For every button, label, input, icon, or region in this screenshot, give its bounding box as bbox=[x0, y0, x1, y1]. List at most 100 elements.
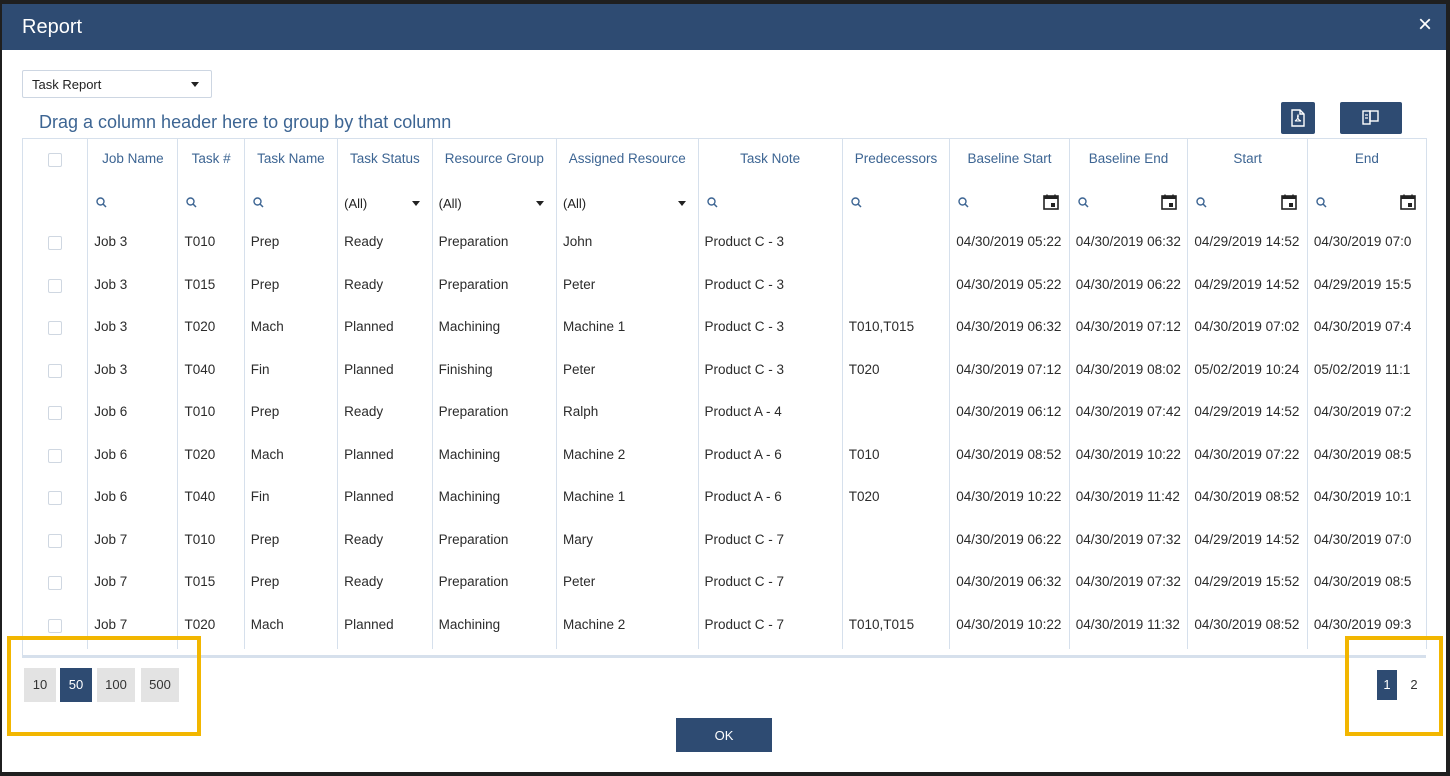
filter-dropdown[interactable]: (All) bbox=[432, 182, 558, 224]
table-cell: 04/30/2019 08:02 bbox=[1069, 351, 1189, 394]
filter-cell-empty bbox=[23, 182, 89, 224]
row-checkbox[interactable] bbox=[48, 576, 63, 590]
table-row[interactable]: Job 7 T010 Prep Ready Preparation Mary Product… bbox=[23, 521, 1427, 564]
table-cell: 04/30/2019 06:32 bbox=[1069, 224, 1189, 267]
table-cell: 04/30/2019 07:02 bbox=[1187, 309, 1308, 352]
table-cell: Prep bbox=[244, 224, 339, 267]
chevron-down-icon bbox=[191, 82, 199, 87]
search-icon[interactable] bbox=[253, 196, 264, 211]
table-row[interactable]: Job 3 T010 Prep Ready Preparation John Product… bbox=[23, 224, 1427, 267]
table-cell: 04/30/2019 07:12 bbox=[1069, 309, 1189, 352]
page-2-button[interactable]: 2 bbox=[1404, 670, 1424, 700]
row-checkbox[interactable] bbox=[48, 406, 63, 420]
table-cell: T010 bbox=[177, 394, 245, 437]
table-cell: Prep bbox=[244, 521, 339, 564]
table-cell: Planned bbox=[337, 479, 433, 522]
filter-cell bbox=[842, 182, 951, 224]
chevron-down-icon bbox=[411, 201, 420, 206]
table-row[interactable]: Job 6 T040 Fin Planned Machining Machine 1 Pro… bbox=[23, 479, 1427, 522]
group-panel[interactable]: Drag a column header here to group by th… bbox=[39, 112, 451, 133]
table-cell: 04/30/2019 07:4 bbox=[1307, 309, 1427, 352]
row-checkbox[interactable] bbox=[48, 491, 63, 505]
table-cell: Job 3 bbox=[87, 309, 179, 352]
filter-dropdown[interactable]: (All) bbox=[337, 182, 433, 224]
table-row[interactable]: Job 6 T010 Prep Ready Preparation Ralph Produc… bbox=[23, 394, 1427, 437]
calendar-icon[interactable] bbox=[1042, 194, 1059, 213]
search-icon[interactable] bbox=[706, 196, 718, 211]
row-checkbox[interactable] bbox=[48, 618, 63, 633]
column-header[interactable]: Assigned Resource bbox=[556, 139, 699, 182]
search-icon[interactable] bbox=[96, 196, 107, 211]
page-size-500-button[interactable]: 500 bbox=[141, 668, 179, 702]
column-header[interactable]: Task # bbox=[177, 139, 245, 182]
report-dialog: Report × Task Report Drag a column heade… bbox=[2, 4, 1446, 772]
calendar-icon[interactable] bbox=[1400, 194, 1416, 213]
table-cell: 04/30/2019 07:12 bbox=[949, 351, 1070, 394]
row-checkbox[interactable] bbox=[48, 363, 63, 378]
filter-cell bbox=[698, 182, 843, 224]
table-cell: Prep bbox=[244, 266, 339, 309]
search-icon[interactable] bbox=[1078, 196, 1089, 211]
ok-button[interactable]: OK bbox=[676, 718, 772, 752]
column-header[interactable]: Predecessors bbox=[842, 139, 951, 182]
table-row[interactable]: Job 7 T020 Mach Planned Machining Machine 2 Pr… bbox=[23, 606, 1427, 649]
table-row[interactable]: Job 7 T015 Prep Ready Preparation Peter Produc… bbox=[23, 564, 1427, 607]
table-cell: T010 bbox=[177, 521, 245, 564]
row-checkbox[interactable] bbox=[48, 321, 63, 335]
table-cell: 05/02/2019 11:1 bbox=[1307, 351, 1427, 394]
page-1-button[interactable]: 1 bbox=[1377, 670, 1397, 700]
table-cell: Machine 2 bbox=[556, 606, 699, 649]
table-cell: Job 6 bbox=[87, 436, 179, 479]
table-cell: Preparation bbox=[432, 266, 558, 309]
row-checkbox[interactable] bbox=[48, 448, 63, 463]
search-icon[interactable] bbox=[1196, 196, 1207, 211]
table-cell: Prep bbox=[244, 564, 339, 607]
calendar-icon[interactable] bbox=[1161, 194, 1178, 213]
search-icon[interactable] bbox=[1316, 196, 1327, 211]
report-type-select[interactable]: Task Report bbox=[22, 70, 212, 98]
search-icon[interactable] bbox=[851, 196, 862, 211]
column-header[interactable]: Task Name bbox=[244, 139, 339, 182]
column-header[interactable]: Task Note bbox=[698, 139, 843, 182]
column-header[interactable]: Start bbox=[1187, 139, 1308, 182]
table-cell: Planned bbox=[337, 606, 433, 649]
row-checkbox[interactable] bbox=[48, 236, 63, 250]
table-cell bbox=[842, 266, 951, 309]
close-icon[interactable]: × bbox=[1418, 13, 1432, 37]
table-cell: Prep bbox=[244, 394, 339, 437]
row-checkbox[interactable] bbox=[48, 533, 63, 548]
column-chooser-button[interactable] bbox=[1340, 102, 1402, 134]
column-header[interactable]: Baseline End bbox=[1069, 139, 1189, 182]
table-cell: Product C - 7 bbox=[698, 564, 843, 607]
row-checkbox[interactable] bbox=[48, 278, 63, 293]
column-header[interactable]: Task Status bbox=[337, 139, 433, 182]
column-header[interactable]: Job Name bbox=[87, 139, 179, 182]
page-size-50-button[interactable]: 50 bbox=[60, 668, 92, 702]
table-cell: 04/30/2019 07:0 bbox=[1307, 224, 1427, 267]
page-size-10-button[interactable]: 10 bbox=[24, 668, 56, 702]
calendar-icon[interactable] bbox=[1281, 194, 1297, 213]
search-icon[interactable] bbox=[186, 196, 197, 211]
column-header[interactable]: Resource Group bbox=[432, 139, 558, 182]
select-all-checkbox[interactable] bbox=[48, 153, 63, 167]
column-header[interactable]: End bbox=[1307, 139, 1427, 182]
table-cell: Job 3 bbox=[87, 266, 179, 309]
table-row[interactable]: Job 6 T020 Mach Planned Machining Machine 2 Pr… bbox=[23, 436, 1427, 479]
table-cell: Ready bbox=[337, 564, 433, 607]
filter-dropdown[interactable]: (All) bbox=[556, 182, 699, 224]
table-cell: Machining bbox=[432, 606, 558, 649]
column-header[interactable]: Baseline Start bbox=[949, 139, 1070, 182]
table-row[interactable]: Job 3 T020 Mach Planned Machining Machine 1 Pr… bbox=[23, 309, 1427, 352]
table-cell: Mach bbox=[244, 309, 339, 352]
search-icon[interactable] bbox=[958, 196, 969, 211]
table-cell: Ready bbox=[337, 394, 433, 437]
table-cell: Peter bbox=[556, 351, 699, 394]
table-cell: 04/30/2019 07:32 bbox=[1069, 521, 1189, 564]
table-cell bbox=[842, 521, 951, 564]
table-cell: T015 bbox=[177, 266, 245, 309]
page-size-100-button[interactable]: 100 bbox=[97, 668, 135, 702]
export-pdf-button[interactable] bbox=[1281, 102, 1315, 134]
table-cell: Ready bbox=[337, 521, 433, 564]
table-row[interactable]: Job 3 T040 Fin Planned Finishing Peter Product… bbox=[23, 351, 1427, 394]
table-row[interactable]: Job 3 T015 Prep Ready Preparation Peter Produc… bbox=[23, 266, 1427, 309]
